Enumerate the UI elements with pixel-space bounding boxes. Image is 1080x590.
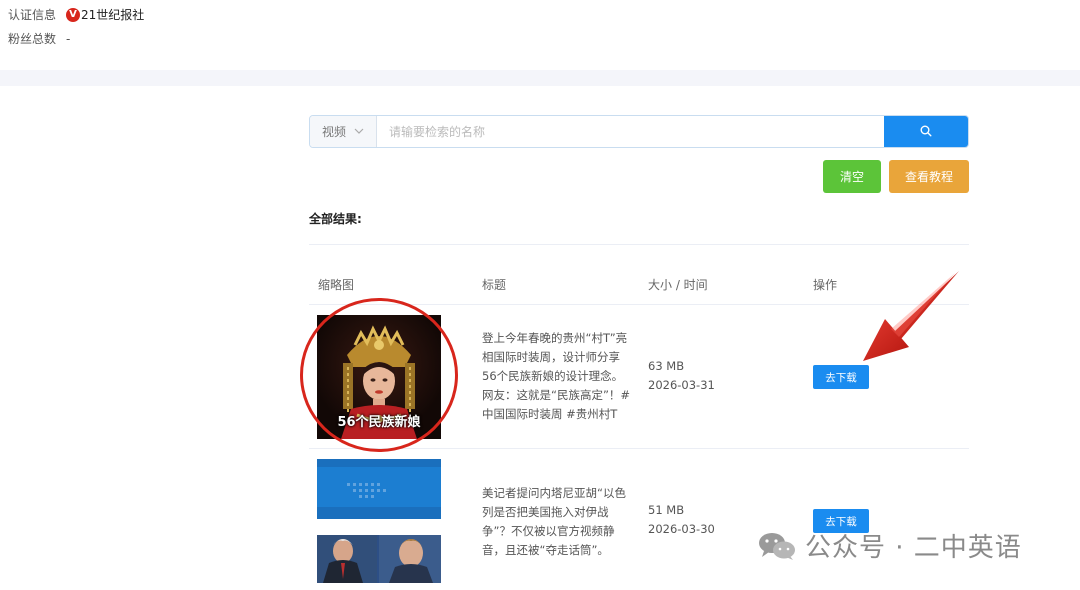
clear-button[interactable]: 清空 xyxy=(823,160,881,193)
video-title: 美记者提问内塔尼亚胡“以色列是否把美国拖入对伊战争”？不仅被以官方视频静音，且还… xyxy=(482,486,626,557)
section-divider-band xyxy=(0,70,1080,86)
search-type-value: 视频 xyxy=(321,125,346,139)
video-size: 51 MB xyxy=(648,503,685,517)
search-bar: 视频 xyxy=(309,115,969,148)
tutorial-button[interactable]: 查看教程 xyxy=(889,160,969,193)
annotation-arrow-icon xyxy=(863,271,959,361)
fans-value: - xyxy=(66,31,71,46)
video-date: 2026-03-30 xyxy=(648,522,715,536)
fans-row: 粉丝总数 - xyxy=(8,30,70,47)
column-header-actions: 操作 xyxy=(813,278,838,292)
search-button[interactable] xyxy=(884,116,968,147)
column-header-thumbnail: 缩略图 xyxy=(318,278,355,292)
column-header-size-time: 大小 / 时间 xyxy=(648,278,708,292)
video-title: 登上今年春晚的贵州“村T”亮相国际时装周，设计师分享56个民族新娘的设计理念。网… xyxy=(482,331,631,421)
chevron-down-icon xyxy=(354,126,364,137)
cert-row: 认证信息 V 21世纪报社 xyxy=(8,6,144,23)
cert-label: 认证信息 xyxy=(8,8,57,22)
column-header-title: 标题 xyxy=(482,278,507,292)
profile-header: 认证信息 V 21世纪报社 粉丝总数 - xyxy=(0,0,1080,70)
highlight-circle xyxy=(300,298,458,452)
watermark-text: 公众号 · 二中英语 xyxy=(805,533,1022,563)
search-input[interactable] xyxy=(377,116,884,147)
verified-badge-icon: V xyxy=(66,7,80,22)
video-size: 63 MB xyxy=(648,359,685,373)
search-type-select[interactable]: 视频 xyxy=(310,116,377,147)
watermark: 公众号 · 二中英语 xyxy=(757,527,1022,564)
video-meta: 51 MB 2026-03-30 xyxy=(648,501,715,539)
account-name: 21世纪报社 xyxy=(81,8,145,22)
video-thumbnail[interactable] xyxy=(317,459,441,583)
video-date: 2026-03-31 xyxy=(648,378,715,392)
wechat-icon xyxy=(759,532,795,560)
divider xyxy=(309,244,969,245)
search-icon xyxy=(920,122,932,141)
row-divider xyxy=(309,448,969,449)
fans-label: 粉丝总数 xyxy=(8,32,57,46)
results-heading: 全部结果: xyxy=(309,212,362,226)
video-meta: 63 MB 2026-03-31 xyxy=(648,357,715,395)
